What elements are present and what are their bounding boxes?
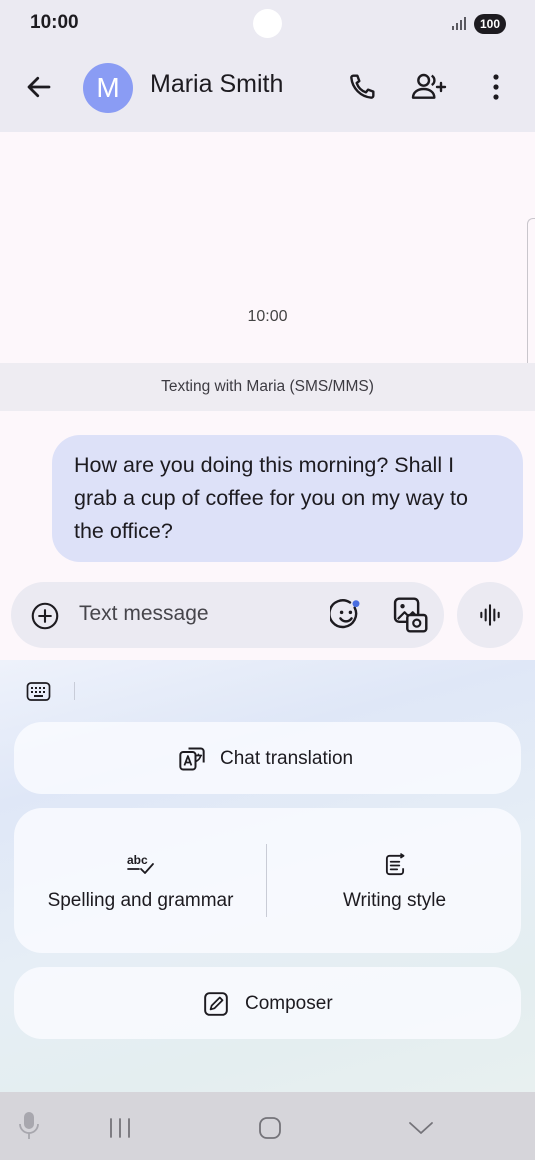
battery-badge: 100 (474, 14, 506, 34)
writing-assist-panel: Chat translation abc Spelling and gramma… (0, 660, 535, 1092)
message-timestamp: 10:00 (247, 308, 288, 325)
conversation-area[interactable]: 10:00 Texting with Maria (SMS/MMS) How a… (0, 132, 535, 660)
spell-check-icon: abc (127, 853, 154, 874)
contact-avatar[interactable]: M (83, 63, 133, 113)
chat-translation-button[interactable]: Chat translation (14, 722, 521, 794)
composer-button[interactable]: Composer (14, 967, 521, 1039)
chevron-down-icon[interactable] (408, 1120, 434, 1136)
writing-style-label: Writing style (342, 890, 447, 911)
keyboard-icon[interactable] (26, 681, 51, 702)
status-time: 10:00 (30, 12, 79, 33)
text-message-input[interactable] (79, 602, 309, 626)
spelling-grammar-label: Spelling and grammar (47, 890, 234, 911)
writing-style-icon (385, 852, 405, 876)
navigation-bar (0, 1092, 535, 1160)
panel-divider (74, 682, 75, 700)
texting-banner: Texting with Maria (SMS/MMS) (0, 363, 535, 411)
back-arrow-icon[interactable] (24, 72, 54, 102)
add-attachment-icon[interactable] (31, 602, 59, 630)
spelling-grammar-button[interactable]: abc Spelling and grammar (14, 808, 267, 953)
compose-pencil-icon (204, 992, 228, 1016)
add-person-icon[interactable] (410, 71, 448, 103)
home-icon[interactable] (258, 1116, 282, 1140)
composer-label: Composer (245, 993, 333, 1014)
audio-waveform-icon (480, 604, 500, 626)
recent-apps-icon[interactable] (108, 1117, 132, 1139)
svg-text:abc: abc (127, 853, 148, 867)
writing-style-button[interactable]: Writing style (268, 808, 521, 953)
gallery-icon[interactable] (392, 596, 428, 634)
voice-message-button[interactable] (457, 582, 523, 648)
sent-message-bubble[interactable]: How are you doing this morning? Shall I … (52, 435, 523, 562)
contact-name[interactable]: Maria Smith (150, 70, 283, 99)
microphone-icon[interactable] (18, 1111, 40, 1141)
translate-icon (179, 747, 205, 771)
status-bar: 10:00 100 (0, 0, 535, 48)
compose-bar (11, 582, 444, 648)
chat-translation-label: Chat translation (220, 748, 354, 769)
signal-icon (452, 17, 466, 30)
emoji-icon[interactable] (330, 599, 362, 631)
card-column-divider (266, 844, 267, 917)
camera-cutout (253, 9, 282, 38)
more-options-icon[interactable] (484, 71, 508, 103)
writing-tools-card: abc Spelling and grammar Writing style (14, 808, 521, 953)
phone-call-icon[interactable] (346, 71, 378, 103)
app-bar: M Maria Smith (0, 48, 535, 132)
